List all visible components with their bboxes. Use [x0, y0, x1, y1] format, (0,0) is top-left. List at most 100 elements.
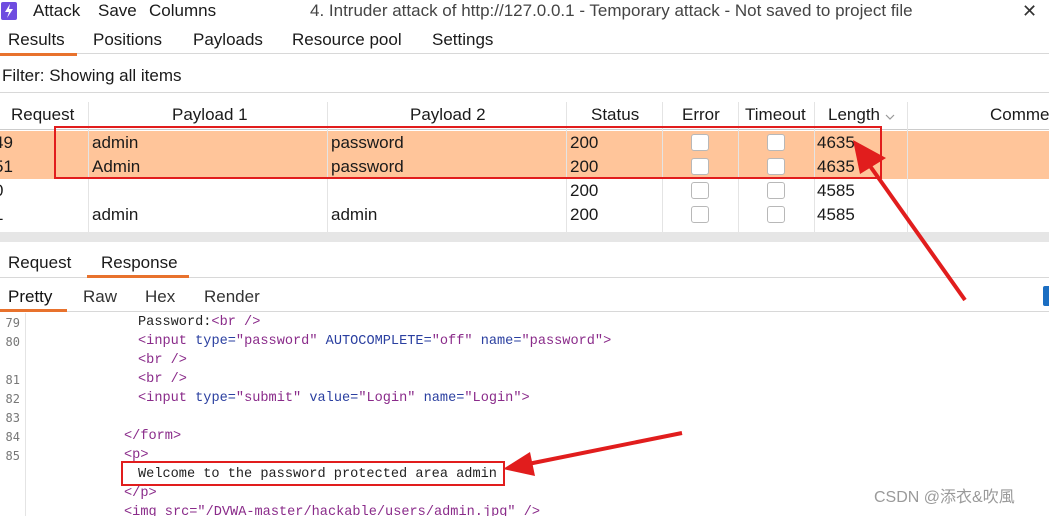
col-status[interactable]: Status	[591, 105, 639, 125]
error-checkbox	[691, 182, 709, 199]
col-payload1[interactable]: Payload 1	[172, 105, 248, 125]
tab-response[interactable]: Response	[101, 253, 178, 273]
timeout-checkbox	[767, 134, 785, 151]
table-row[interactable]	[0, 131, 1049, 155]
arrow-line	[527, 431, 683, 466]
timeout-checkbox	[767, 182, 785, 199]
main-tab-bar: Results Positions Payloads Resource pool…	[0, 28, 1049, 54]
code-line: Password:<br />	[138, 313, 260, 332]
code-line: <p>	[124, 446, 148, 465]
code-tag: </form>	[124, 429, 182, 444]
tab-settings[interactable]: Settings	[432, 30, 493, 50]
line-number: 83	[5, 411, 20, 425]
code-line: <br />	[138, 351, 187, 370]
code-attr: name=	[423, 391, 465, 406]
code-tag: <br />	[138, 353, 187, 368]
column-divider	[327, 102, 328, 232]
table-row[interactable]	[0, 179, 1049, 203]
cell-length: 4635	[817, 157, 855, 176]
code-text: Password:	[138, 315, 212, 330]
line-number: 82	[5, 392, 20, 406]
cell-length: 4585	[817, 181, 855, 200]
code-attr: AUTOCOMPLETE=	[325, 334, 432, 349]
arrow-head	[503, 452, 535, 476]
cell-payload2: admin	[331, 205, 378, 224]
welcome-text: Welcome to the password protected area a…	[138, 467, 497, 482]
error-checkbox	[691, 158, 709, 175]
code-attr: type=	[195, 334, 236, 349]
col-timeout[interactable]: Timeout	[745, 105, 806, 125]
column-divider	[907, 102, 908, 232]
cell-request: 0	[0, 179, 3, 203]
col-length[interactable]: Length	[828, 105, 880, 125]
column-divider	[814, 102, 815, 232]
code-value: "off"	[431, 334, 473, 349]
code-value: "submit"	[235, 391, 302, 406]
menu-save[interactable]: Save	[98, 1, 137, 21]
code-line: <img src="/DVWA-master/hackable/users/ad…	[124, 503, 540, 516]
tab-raw[interactable]: Raw	[83, 287, 117, 307]
burp-app-icon	[1, 2, 17, 20]
code-line: <input type= "password" AUTOCOMPLETE="off…	[138, 332, 611, 351]
inspector-icon[interactable]	[1043, 286, 1049, 306]
table-row[interactable]	[0, 155, 1049, 179]
cell-payload1: admin	[92, 205, 139, 224]
code-line: </p>	[124, 484, 157, 503]
tab-positions[interactable]: Positions	[93, 30, 162, 50]
close-icon[interactable]: ✕	[1022, 2, 1037, 20]
col-request[interactable]: Request	[11, 105, 74, 125]
timeout-checkbox	[767, 158, 785, 175]
tab-hex[interactable]: Hex	[145, 287, 175, 307]
col-payload2[interactable]: Payload 2	[410, 105, 486, 125]
col-comment[interactable]: Comme	[990, 105, 1049, 125]
menu-columns[interactable]: Columns	[149, 1, 216, 21]
cell-request: 51	[0, 157, 13, 176]
filter-label[interactable]: Filter: Showing all items	[2, 66, 182, 86]
column-divider	[88, 102, 89, 232]
code-value: "Login"	[358, 391, 416, 406]
cell-status: 200	[570, 205, 599, 224]
code-line: <input type="submit" value="Login" name=…	[138, 389, 530, 408]
col-error[interactable]: Error	[682, 105, 720, 125]
column-divider	[738, 102, 739, 232]
watermark: CSDN @添衣&吹風	[874, 489, 1015, 506]
menu-attack[interactable]: Attack	[33, 1, 80, 21]
error-checkbox	[691, 134, 709, 151]
tab-render[interactable]: Render	[204, 287, 260, 307]
code-tag: >	[521, 391, 530, 406]
code-line: <br />	[138, 370, 187, 389]
horizontal-scrollbar[interactable]	[0, 232, 1049, 242]
code-tag: <br />	[211, 315, 261, 330]
code-line: </form>	[124, 427, 181, 446]
cell-payload1: admin	[92, 133, 139, 152]
code-attr: name=	[480, 334, 522, 349]
tab-request[interactable]: Request	[8, 253, 71, 273]
column-divider	[566, 102, 567, 232]
line-number: 84	[5, 430, 20, 444]
line-number: 85	[5, 449, 20, 463]
tab-resource-pool[interactable]: Resource pool	[292, 30, 402, 50]
code-tag: <img src="/DVWA-master/hackable/users/ad…	[124, 505, 541, 516]
code-attr: value=	[309, 391, 359, 406]
cell-payload1: Admin	[92, 157, 141, 176]
active-tab-indicator	[87, 275, 189, 278]
code-tag: <p>	[124, 448, 149, 463]
line-number: 79	[5, 316, 20, 330]
column-divider	[662, 102, 663, 232]
code-tag: <br />	[138, 372, 187, 387]
table-row[interactable]	[0, 203, 1049, 227]
tab-payloads[interactable]: Payloads	[193, 30, 263, 50]
active-tab-indicator	[0, 309, 67, 312]
cell-status: 200	[570, 181, 599, 200]
code-tag: >	[603, 334, 612, 349]
tab-pretty[interactable]: Pretty	[8, 287, 52, 307]
active-tab-indicator	[0, 53, 77, 56]
tab-results[interactable]: Results	[8, 30, 65, 50]
window-title: 4. Intruder attack of http://127.0.0.1 -…	[310, 1, 913, 20]
line-number: 81	[5, 373, 20, 387]
code-attr: type=	[195, 391, 236, 406]
cell-status: 200	[570, 157, 599, 176]
error-checkbox	[691, 206, 709, 223]
code-tag: <input	[138, 334, 187, 349]
code-value: "password"	[521, 334, 604, 349]
